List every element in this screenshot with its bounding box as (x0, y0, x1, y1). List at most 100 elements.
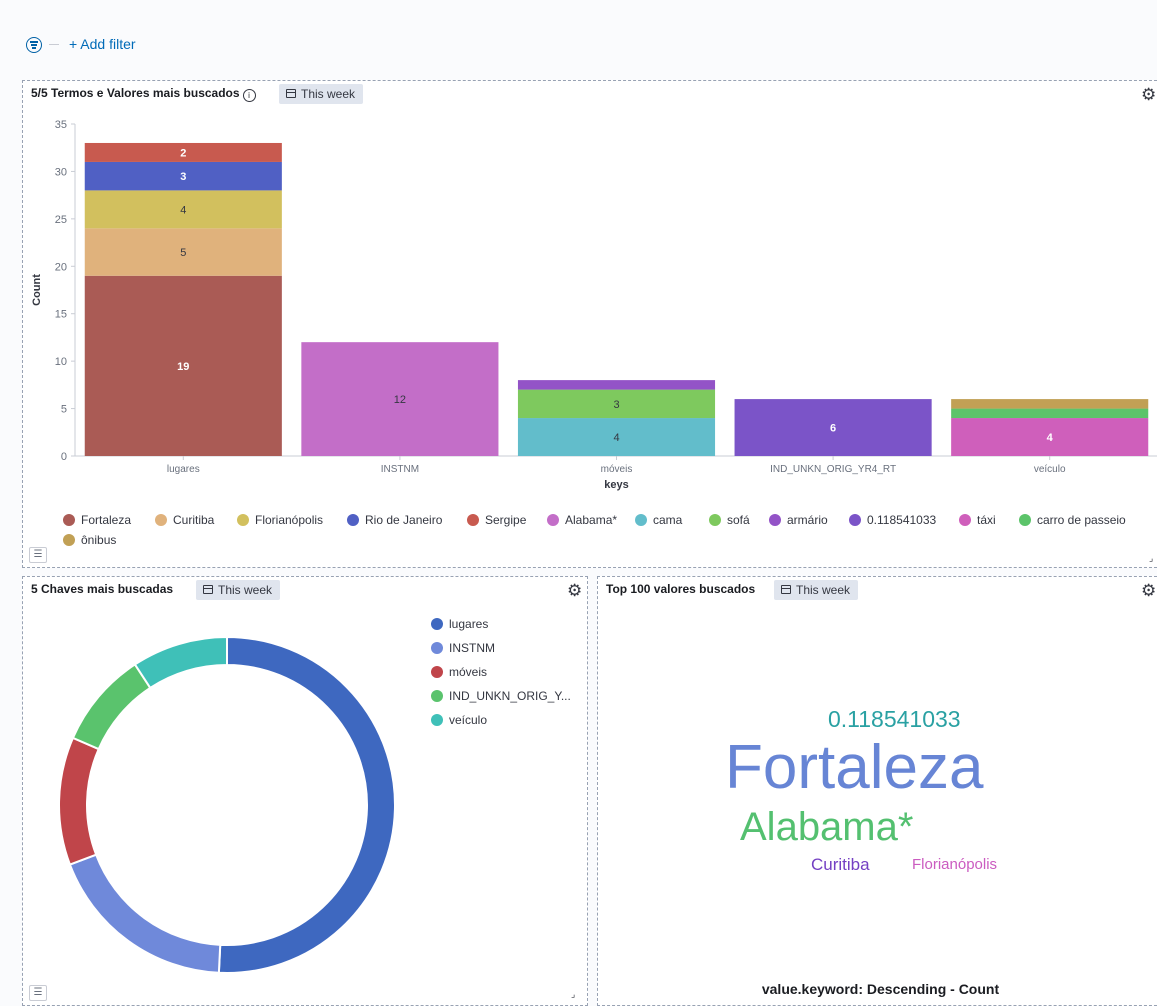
word-cloud-term[interactable]: Curitiba (811, 856, 870, 873)
legend-color-dot (431, 642, 443, 654)
bar-data-label: 12 (394, 394, 406, 406)
donut-chart (58, 635, 396, 974)
bar-data-label: 4 (1047, 432, 1054, 444)
legend-color-dot (547, 514, 559, 526)
y-tick-label: 5 (61, 404, 67, 416)
legend-color-dot (63, 534, 75, 546)
bar-data-label: 3 (613, 399, 619, 411)
resize-handle-icon[interactable]: ⌟ (1149, 553, 1153, 564)
filter-options-icon[interactable] (26, 37, 42, 53)
bar-chart-panel: 5/5 Termos e Valores mais buscados i This… (22, 80, 1157, 568)
legend-color-dot (431, 690, 443, 702)
time-range-label: This week (301, 87, 356, 101)
legend-item[interactable]: armário (769, 513, 828, 527)
legend-item[interactable]: Sergipe (467, 513, 526, 527)
legend-item[interactable]: Curitiba (155, 513, 214, 527)
legend-color-dot (635, 514, 647, 526)
bar-segment (951, 399, 1149, 409)
legend-label: lugares (449, 617, 489, 631)
legend-color-dot (467, 514, 479, 526)
word-cloud-panel: Top 100 valores buscados This week ⚙ 0.1… (597, 576, 1157, 1006)
bar-data-label: 19 (177, 361, 189, 373)
legend-label: Rio de Janeiro (365, 513, 443, 527)
info-icon[interactable]: i (242, 89, 256, 102)
panel-title-text: 5/5 Termos e Valores mais buscados (31, 86, 240, 100)
legend-item[interactable]: veículo (431, 713, 487, 727)
panel-title: 5/5 Termos e Valores mais buscados i (31, 86, 256, 102)
x-axis-label: keys (604, 479, 628, 491)
legend-label: móveis (449, 665, 488, 679)
legend-toggle-icon[interactable]: ☰ (29, 547, 47, 563)
legend-color-dot (431, 618, 443, 630)
calendar-icon (286, 89, 296, 98)
panel-title: 5 Chaves mais buscadas (31, 582, 174, 596)
legend-color-dot (1019, 514, 1031, 526)
legend-item[interactable]: Alabama* (547, 513, 617, 527)
legend-item[interactable]: sofá (709, 513, 750, 527)
word-cloud-term[interactable]: Florianópolis (912, 857, 997, 872)
time-range-badge[interactable]: This week (279, 84, 364, 104)
legend-label: sofá (727, 513, 750, 527)
bar-data-label: 6 (830, 423, 836, 435)
bar-data-label: 2 (180, 147, 186, 159)
y-tick-label: 35 (55, 119, 67, 131)
legend-item[interactable]: ônibus (63, 533, 116, 547)
time-range-label: This week (218, 583, 273, 597)
word-cloud-term[interactable]: Alabama* (740, 807, 913, 847)
word-cloud-term[interactable]: 0.118541033 (828, 708, 961, 731)
panel-options-gear-icon[interactable]: ⚙ (1141, 86, 1156, 103)
add-filter-link[interactable]: + Add filter (69, 36, 136, 52)
legend-item[interactable]: Rio de Janeiro (347, 513, 442, 527)
resize-handle-icon[interactable]: ⌟ (571, 989, 575, 1000)
legend-color-dot (155, 514, 167, 526)
legend-item[interactable]: cama (635, 513, 682, 527)
legend-label: cama (653, 513, 683, 527)
word-cloud-term[interactable]: Fortaleza (725, 737, 983, 799)
legend-label: carro de passeio (1037, 513, 1126, 527)
legend-color-dot (237, 514, 249, 526)
legend-item[interactable]: carro de passeio (1019, 513, 1126, 527)
donut-slice (58, 736, 100, 866)
legend-label: armário (787, 513, 828, 527)
y-tick-label: 10 (55, 356, 67, 368)
filter-separator (49, 44, 59, 45)
legend-color-dot (63, 514, 75, 526)
donut-chart-legend: lugares INSTNM móveis IND_UNKN_ORIG_Y... veí… (431, 617, 581, 747)
bar-data-label: 5 (180, 247, 186, 259)
calendar-icon (781, 585, 791, 594)
legend-item[interactable]: táxi (959, 513, 996, 527)
legend-label: INSTNM (449, 641, 495, 655)
time-range-badge[interactable]: This week (774, 580, 859, 600)
y-tick-label: 0 (61, 451, 67, 463)
legend-color-dot (709, 514, 721, 526)
legend-toggle-icon[interactable]: ☰ (29, 985, 47, 1001)
panel-options-gear-icon[interactable]: ⚙ (1141, 582, 1156, 599)
x-tick-label: INSTNM (381, 464, 419, 475)
legend-label: veículo (449, 713, 488, 727)
legend-label: Florianópolis (255, 513, 324, 527)
legend-item[interactable]: Florianópolis (237, 513, 323, 527)
legend-label: IND_UNKN_ORIG_Y... (449, 689, 571, 703)
filter-bar: + Add filter (0, 0, 1157, 80)
panel-options-gear-icon[interactable]: ⚙ (567, 582, 582, 599)
donut-slice (71, 663, 152, 751)
bar-data-label: 3 (180, 171, 186, 183)
x-tick-label: móveis (601, 464, 633, 475)
legend-color-dot (959, 514, 971, 526)
time-range-badge[interactable]: This week (196, 580, 281, 600)
legend-item[interactable]: 0.118541033 (849, 513, 936, 527)
calendar-icon (203, 585, 213, 594)
legend-item[interactable]: Fortaleza (63, 513, 131, 527)
y-tick-label: 15 (55, 309, 67, 321)
bar-chart-legend: Fortaleza Curitiba Florianópolis Rio de Jan… (63, 513, 1157, 563)
bar-segment (517, 380, 716, 390)
legend-label: ônibus (81, 533, 117, 547)
donut-chart-panel: 5 Chaves mais buscadas This week ⚙ lugar… (22, 576, 588, 1006)
bar-segment (951, 408, 1149, 419)
panel-title: Top 100 valores buscados (606, 582, 756, 596)
legend-item[interactable]: lugares (431, 617, 488, 631)
legend-item[interactable]: IND_UNKN_ORIG_Y... (431, 689, 571, 703)
legend-item[interactable]: INSTNM (431, 641, 495, 655)
legend-label: Alabama* (565, 513, 618, 527)
legend-item[interactable]: móveis (431, 665, 487, 679)
